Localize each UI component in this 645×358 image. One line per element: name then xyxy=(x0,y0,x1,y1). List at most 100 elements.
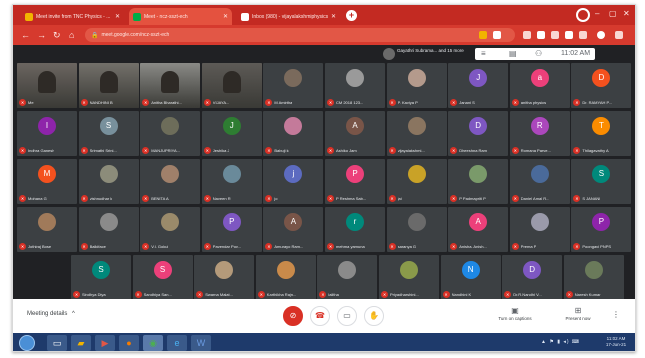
extension-icon[interactable] xyxy=(537,31,545,39)
participant-tile[interactable]: R ✕ Romana Parve... xyxy=(509,111,570,156)
more-options-button[interactable]: ⋮ xyxy=(611,310,621,319)
chrome-icon[interactable]: ◉ xyxy=(143,335,163,351)
firefox-icon[interactable]: ● xyxy=(119,335,139,351)
participant-tile[interactable]: ✕ saranya G xyxy=(386,207,447,252)
browser-tab[interactable]: Inbox (980) - vijayalakshmiphysics... ✕ xyxy=(237,8,340,25)
participant-tile[interactable]: A ✕ Anisha. Anish... xyxy=(448,207,509,252)
participant-tile[interactable]: a ✕ anitha physics xyxy=(509,63,570,108)
participant-tile[interactable]: J ✕ Jeshika J xyxy=(201,111,262,156)
participant-tile[interactable]: A ✕ Ashiko Jam xyxy=(325,111,385,156)
participant-tile[interactable]: I ✕ Indhra Ganesh xyxy=(17,111,77,156)
participant-tile[interactable]: J ✕ Janani S xyxy=(448,63,509,108)
extension-icon[interactable] xyxy=(551,31,559,39)
participant-tile[interactable]: ✕ CM 2018 123... xyxy=(325,63,385,108)
participant-tile[interactable]: ✕ Me xyxy=(17,63,77,108)
browser-menu-icon[interactable] xyxy=(615,31,623,39)
participant-tile[interactable]: D ✕ Dheeshna Ram xyxy=(448,111,509,156)
participant-tile[interactable]: N ✕ Nandhini K xyxy=(440,255,501,300)
participant-tile[interactable]: S ✕ Sandhiya San... xyxy=(132,255,193,300)
participant-tile[interactable]: P ✕ Pavendar Pov... xyxy=(201,207,262,252)
participant-tile[interactable]: j ✕ jo xyxy=(263,159,324,204)
participant-tile[interactable]: S ✕ Sindhya Diya xyxy=(71,255,131,300)
profile-avatar-button[interactable] xyxy=(576,8,590,22)
participant-tile[interactable]: ✕ Priyadharshini... xyxy=(379,255,439,300)
new-tab-button[interactable]: + xyxy=(346,10,357,21)
participant-tile[interactable]: r ✕ mehma yamuna xyxy=(325,207,385,252)
raise-hand-button[interactable]: ✋ xyxy=(364,306,384,326)
participant-tile[interactable]: ✕ Naveen R xyxy=(201,159,262,204)
participant-tile[interactable]: A ✕ Amurayo Ram... xyxy=(263,207,324,252)
participant-tile[interactable]: S ✕ S JANANI xyxy=(571,159,632,204)
reload-icon[interactable]: ↻ xyxy=(53,29,61,41)
system-tray[interactable]: ▲ ⚑ ▮ ◂) ⌨ xyxy=(541,339,580,345)
participant-tile[interactable]: ✕ lalitha xyxy=(317,255,378,300)
browser-tab[interactable]: Meet invite from TNC Physics - ... ✕ xyxy=(21,8,124,25)
media-player-icon[interactable]: ▶ xyxy=(95,335,115,351)
extension-icon[interactable] xyxy=(579,31,587,39)
participant-tile[interactable]: ✕ Swarna Malat... xyxy=(194,255,255,300)
participant-tile[interactable]: ✕ MANJUPRIYA... xyxy=(140,111,201,156)
camera-button[interactable]: ▭ xyxy=(337,306,357,326)
extension-icon[interactable] xyxy=(479,31,487,39)
participant-name-row: ✕ Jothiraj Bose xyxy=(19,243,75,250)
folder-icon[interactable]: ▰ xyxy=(71,335,91,351)
participant-tile[interactable]: ✕ Babuji k xyxy=(263,111,324,156)
participant-tile[interactable]: P ✕ P Reshma Sab... xyxy=(325,159,385,204)
meeting-controls-bar: Meeting details ^ ⊘ ☎ ▭ ✋ ▣ Turn on capt… xyxy=(13,299,635,333)
minimize-button[interactable]: – xyxy=(595,9,599,19)
participant-tile[interactable]: ✕ BENITA A xyxy=(140,159,201,204)
participant-tile[interactable]: P ✕ Poongavi PNPS xyxy=(571,207,632,252)
participant-name-row: ✕ Ashiko Jam xyxy=(327,147,383,154)
account-icon[interactable] xyxy=(597,31,605,39)
browser-tab[interactable]: Meet - ncz-sszt-ech ✕ xyxy=(129,8,232,25)
back-icon[interactable]: ← xyxy=(21,29,30,41)
extension-icon[interactable] xyxy=(523,31,531,39)
taskbar-clock[interactable]: 11:02 AM 17-Jun-21 xyxy=(601,336,631,348)
home-icon[interactable]: ⌂ xyxy=(69,29,74,41)
maximize-button[interactable]: ▢ xyxy=(609,9,617,19)
word-icon[interactable]: W xyxy=(191,335,211,351)
address-bar[interactable]: 🔒 meet.google.com/ncz-sszt-ech xyxy=(85,28,515,42)
participant-tile[interactable]: ✕ V.I. Gokul xyxy=(140,207,201,252)
participant-tile[interactable]: ✕ Anitha Bharathi... xyxy=(140,63,201,108)
participant-tile[interactable]: ✕ Naresh Kumar xyxy=(563,255,624,300)
participant-tile[interactable]: S ✕ Srimathi Srini... xyxy=(78,111,139,156)
leave-call-button[interactable]: ☎ xyxy=(310,306,330,326)
participant-tile[interactable]: ✕ Karthikha Rajn... xyxy=(255,255,316,300)
participant-tile[interactable]: T ✕ Thilagavathy A xyxy=(571,111,632,156)
close-window-button[interactable]: ✕ xyxy=(623,9,630,19)
participant-tile[interactable]: ✕ vijayalakshmi... xyxy=(386,111,447,156)
participant-tile[interactable]: ✕ Prema P xyxy=(509,207,570,252)
participant-tile[interactable]: ✕ VIJAYA... xyxy=(201,63,262,108)
participant-tile[interactable]: ✕ P Padmapriti P xyxy=(448,159,509,204)
layout-icon[interactable]: ≡ xyxy=(481,49,486,59)
participant-tile[interactable]: D ✕ Dr.R.Nandhi V... xyxy=(502,255,563,300)
present-now-button[interactable]: ⊞ Present now xyxy=(557,306,599,321)
participant-tile[interactable]: ✕ Daniel Amal R... xyxy=(509,159,570,204)
people-icon[interactable]: ⚇ xyxy=(535,49,542,59)
participant-tile[interactable]: ✕ jai xyxy=(386,159,447,204)
chat-icon[interactable]: ▤ xyxy=(509,49,517,59)
participant-tile[interactable]: D ✕ Dr. RAMYAH P... xyxy=(571,63,632,108)
participant-tile[interactable]: ✕ Balkiface xyxy=(78,207,139,252)
mic-off-button[interactable]: ⊘ xyxy=(283,306,303,326)
forward-icon[interactable]: → xyxy=(37,29,46,41)
participant-tile[interactable]: ✕ M Amirtha xyxy=(263,63,324,108)
participant-tile[interactable]: M ✕ Mohana G xyxy=(17,159,77,204)
extension-icon[interactable] xyxy=(493,31,501,39)
tab-close-icon[interactable]: ✕ xyxy=(223,13,228,20)
meet-header: Gayathri Subrama... and 15 more ≡ ▤ ⚇ 11… xyxy=(13,45,635,63)
participant-tile[interactable]: ✕ NANDHINI B xyxy=(78,63,139,108)
start-button[interactable] xyxy=(19,335,35,351)
participant-name-row: ✕ Dheeshna Ram xyxy=(450,147,506,154)
participant-tile[interactable]: ✕ vishnudhar k xyxy=(78,159,139,204)
extension-icon[interactable] xyxy=(565,31,573,39)
captions-button[interactable]: ▣ Turn on captions xyxy=(489,306,541,321)
explorer-icon[interactable]: ▭ xyxy=(47,335,67,351)
participant-tile[interactable]: ✕ P. Kaviya P xyxy=(386,63,447,108)
participant-tile[interactable]: ✕ Jothiraj Bose xyxy=(17,207,77,252)
ie-icon[interactable]: e xyxy=(167,335,187,351)
meeting-details-button[interactable]: Meeting details ^ xyxy=(27,311,75,317)
tab-close-icon[interactable]: ✕ xyxy=(331,13,336,20)
tab-close-icon[interactable]: ✕ xyxy=(115,13,120,20)
